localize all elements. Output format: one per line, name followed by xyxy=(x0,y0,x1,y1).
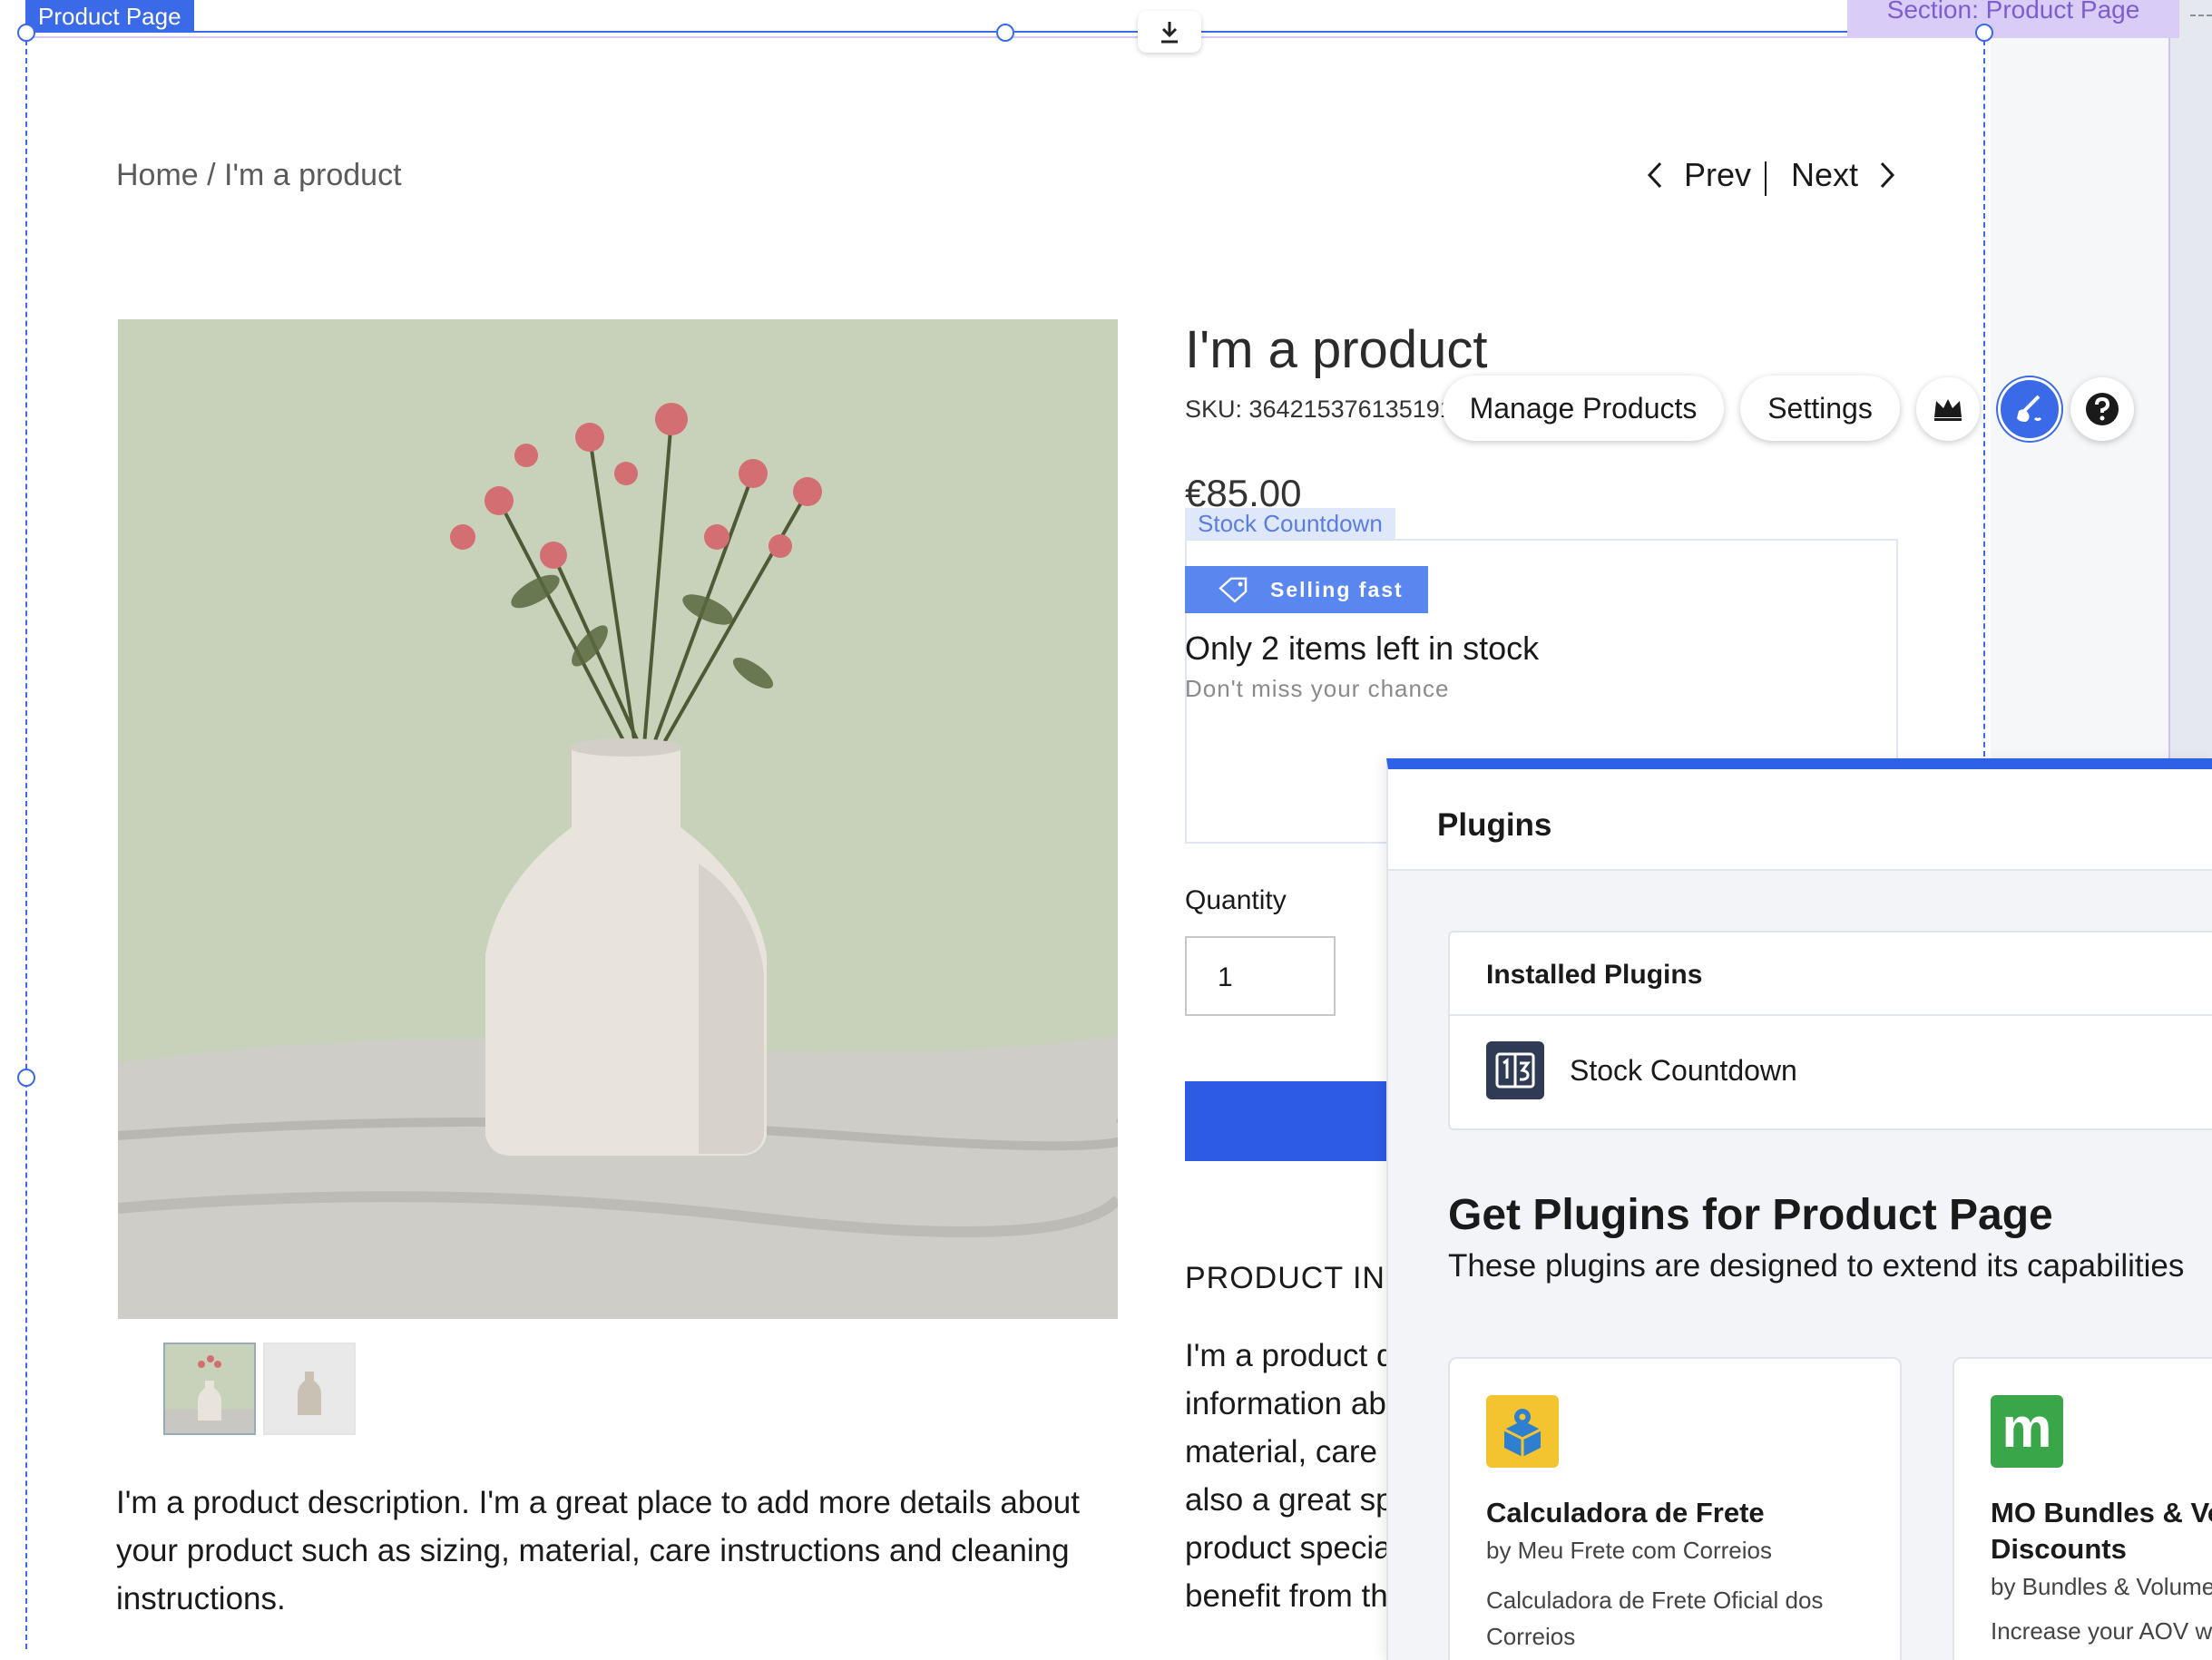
breadcrumb: Home / I'm a product xyxy=(116,158,402,193)
selling-fast-badge: Selling fast xyxy=(1185,566,1428,613)
breadcrumb-separator: / xyxy=(198,158,225,192)
product-info-line: benefit from th xyxy=(1185,1578,1388,1614)
installed-plugins-card: Installed Plugins Stock Countdown xyxy=(1448,931,2212,1130)
plugin-card-calculadora[interactable]: Calculadora de Frete by Meu Frete com Co… xyxy=(1448,1357,1902,1660)
breadcrumb-home[interactable]: Home xyxy=(116,158,199,192)
settings-button[interactable]: Settings xyxy=(1740,376,1900,441)
product-sku: SKU: 364215376135191 xyxy=(1185,395,1453,423)
plugin-name-line-2: Discounts xyxy=(1991,1533,2127,1565)
add-to-cart-button[interactable] xyxy=(1185,1081,1403,1161)
product-info-heading: PRODUCT INFO xyxy=(1185,1261,1386,1295)
page-tag[interactable]: Product Page xyxy=(25,0,194,31)
manage-products-button[interactable]: Manage Products xyxy=(1443,376,1724,441)
quantity-label: Quantity xyxy=(1185,885,1287,915)
product-info-text: I'm a product d information ab material,… xyxy=(1185,1332,1394,1620)
plugin-name: Calculadora de Frete xyxy=(1486,1497,1765,1528)
countdown-icon xyxy=(1486,1041,1544,1099)
stock-countdown-tag[interactable]: Stock Countdown xyxy=(1185,508,1395,539)
help-icon[interactable] xyxy=(2070,377,2134,441)
next-label: Next xyxy=(1791,156,1859,193)
installed-plugin-item[interactable]: Stock Countdown xyxy=(1570,1054,1797,1088)
breadcrumb-current: I'm a product xyxy=(224,158,402,192)
crown-icon[interactable] xyxy=(1916,377,1980,441)
product-thumbnail-1[interactable] xyxy=(163,1343,256,1435)
product-thumbnail-2[interactable] xyxy=(263,1343,356,1435)
download-icon[interactable] xyxy=(1138,11,1201,53)
plugin-description: Calculadora de Frete Oficial dos Correio… xyxy=(1486,1587,1824,1650)
product-info-line: also a great sp xyxy=(1185,1482,1394,1518)
chevron-left-icon xyxy=(1647,161,1662,189)
selection-left-border xyxy=(25,31,27,1649)
pager-divider xyxy=(1765,161,1767,196)
resize-handle-top[interactable] xyxy=(996,24,1014,42)
product-info-line: material, care xyxy=(1185,1434,1378,1470)
product-description: I'm a product description. I'm a great p… xyxy=(116,1485,1080,1616)
letter-m-glyph: m xyxy=(2002,1397,2052,1460)
product-info-line: product specia xyxy=(1185,1530,1392,1566)
plugin-author: by Meu Frete com Correios xyxy=(1486,1537,1772,1564)
prev-label: Prev xyxy=(1684,156,1752,193)
section-tag[interactable]: Section: Product Page xyxy=(1847,0,2179,38)
edge-dash xyxy=(2190,15,2212,16)
resize-handle-top-right[interactable] xyxy=(1975,24,1993,42)
selling-fast-label: Selling fast xyxy=(1270,577,1404,601)
plugins-panel-title: Plugins xyxy=(1437,807,1552,843)
plugin-name: MO Bundles & Vo Discounts xyxy=(1991,1495,2212,1567)
get-plugins-subtitle: These plugins are designed to extend its… xyxy=(1448,1248,2185,1284)
prev-button[interactable]: Prev xyxy=(1646,156,1751,194)
plugin-card-mo-bundles[interactable]: m MO Bundles & Vo Discounts by Bundles &… xyxy=(1953,1357,2212,1660)
resize-handle-left[interactable] xyxy=(17,1069,35,1087)
stock-subtext: Don't miss your chance xyxy=(1185,675,1450,702)
letter-m-icon: m xyxy=(1991,1395,2063,1468)
product-title: I'm a product xyxy=(1185,320,1488,379)
plugin-author: by Bundles & Volume xyxy=(1991,1573,2212,1600)
resize-handle-top-left[interactable] xyxy=(17,24,35,42)
quantity-input[interactable]: 1 xyxy=(1185,936,1336,1016)
next-button[interactable]: Next xyxy=(1791,156,1896,194)
selection-right-border xyxy=(1983,31,1985,766)
product-info-line: I'm a product d xyxy=(1185,1338,1394,1373)
design-brush-icon[interactable] xyxy=(1998,377,2061,441)
installed-plugins-header: Installed Plugins xyxy=(1450,933,2212,1016)
get-plugins-title: Get Plugins for Product Page xyxy=(1448,1191,2053,1239)
shipping-box-icon xyxy=(1486,1395,1559,1468)
plugins-panel-header: Plugins xyxy=(1388,769,2212,871)
tag-icon xyxy=(1219,577,1248,603)
installed-plugins-title: Installed Plugins xyxy=(1486,960,1703,990)
product-info-line: information ab xyxy=(1185,1386,1386,1421)
stock-headline: Only 2 items left in stock xyxy=(1185,630,1540,667)
plugins-panel: Plugins Installed Plugins Stock Countdow… xyxy=(1386,758,2212,1660)
plugin-description: Increase your AOV w xyxy=(1991,1617,2212,1645)
product-main-image[interactable] xyxy=(118,319,1118,1319)
plugin-name-line-1: MO Bundles & Vo xyxy=(1991,1497,2212,1528)
chevron-right-icon xyxy=(1880,161,1895,189)
